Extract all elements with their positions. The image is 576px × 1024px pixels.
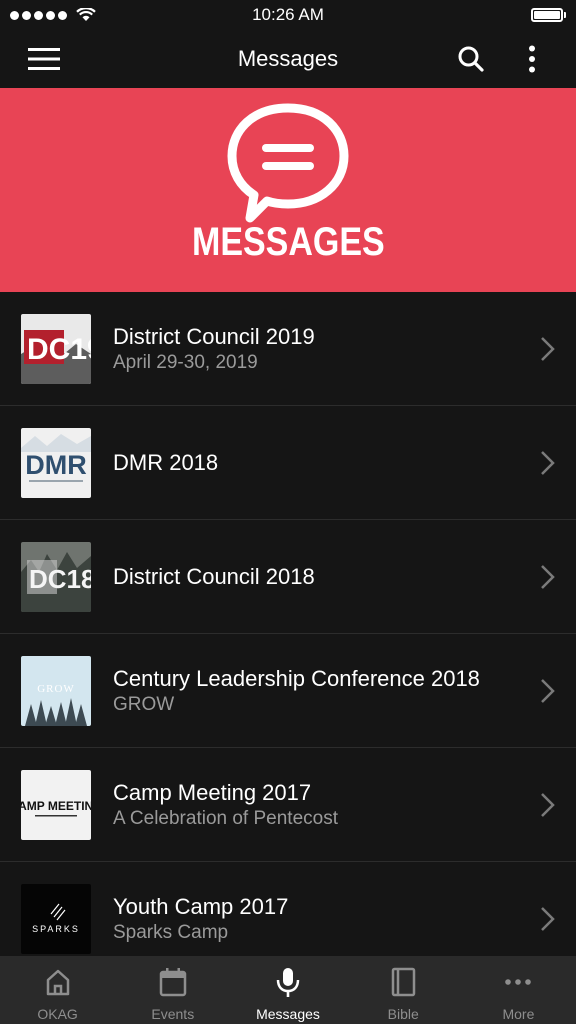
- search-button[interactable]: [446, 30, 496, 88]
- thumb-text: DC18: [29, 564, 91, 594]
- series-thumbnail: DC18: [21, 542, 91, 612]
- overflow-menu-button[interactable]: [512, 30, 552, 88]
- list-item-title: District Council 2018: [113, 564, 315, 589]
- chevron-right-icon: [541, 565, 555, 589]
- list-item-subtitle: April 29-30, 2019: [113, 352, 258, 373]
- thumb-text: GROW: [37, 683, 75, 695]
- chevron-right-icon: [541, 337, 555, 361]
- search-icon: [458, 46, 484, 72]
- list-item[interactable]: DMR DMR 2018: [0, 406, 576, 520]
- messages-banner: MESSAGES: [0, 88, 576, 292]
- list-item-title: DMR 2018: [113, 450, 219, 475]
- banner-title: MESSAGES: [191, 220, 385, 264]
- calendar-icon: [159, 968, 187, 997]
- tab-bar: OKAG Events Messages Bible More: [0, 956, 576, 1024]
- tab-bible[interactable]: Bible: [346, 956, 461, 1024]
- messages-list: DC19 District Council 2019 April 29-30, …: [0, 292, 576, 976]
- nav-bar: Messages: [0, 30, 576, 88]
- tab-messages[interactable]: Messages: [230, 956, 345, 1024]
- tab-label: More: [502, 1006, 535, 1022]
- series-thumbnail: DC19: [21, 314, 91, 384]
- list-item-title: District Council 2019: [113, 324, 315, 349]
- more-icon: [505, 979, 532, 985]
- more-vertical-icon: [529, 45, 535, 73]
- status-bar: 10:26 AM: [0, 0, 576, 30]
- list-item-subtitle: Sparks Camp: [113, 922, 229, 943]
- chevron-right-icon: [541, 907, 555, 931]
- microphone-icon: [276, 968, 300, 997]
- series-thumbnail: DMR: [21, 428, 91, 498]
- tab-label: Messages: [256, 1006, 320, 1022]
- list-item-subtitle: A Celebration of Pentecost: [113, 808, 338, 829]
- thumb-text: CAMP MEETING: [21, 799, 91, 813]
- tab-events[interactable]: Events: [115, 956, 230, 1024]
- series-thumbnail: SPARKS: [21, 884, 91, 954]
- chevron-right-icon: [541, 451, 555, 475]
- chevron-right-icon: [541, 793, 555, 817]
- tab-label: Events: [151, 1006, 195, 1022]
- thumb-text: DC19: [27, 333, 91, 366]
- book-icon: [391, 967, 416, 997]
- status-time: 10:26 AM: [252, 5, 324, 24]
- tab-okag[interactable]: OKAG: [0, 956, 115, 1024]
- speech-bubble-icon: [227, 103, 349, 223]
- series-thumbnail: GROW: [21, 656, 91, 726]
- tab-label: Bible: [387, 1006, 419, 1022]
- list-item[interactable]: DC18 District Council 2018: [0, 520, 576, 634]
- list-item[interactable]: CAMP MEETING Camp Meeting 2017 A Celebra…: [0, 748, 576, 862]
- series-thumbnail: CAMP MEETING: [21, 770, 91, 840]
- home-icon: [46, 969, 69, 996]
- thumb-text: DMR: [25, 450, 87, 480]
- list-item[interactable]: GROW Century Leadership Conference 2018 …: [0, 634, 576, 748]
- tab-label: OKAG: [37, 1006, 78, 1022]
- chevron-right-icon: [541, 679, 555, 703]
- list-item-title: Youth Camp 2017: [113, 894, 289, 919]
- list-item-title: Camp Meeting 2017: [113, 780, 312, 805]
- thumb-text: SPARKS: [32, 924, 80, 934]
- list-item-subtitle: GROW: [113, 694, 175, 715]
- list-item-title: Century Leadership Conference 2018: [113, 666, 480, 691]
- tab-more[interactable]: More: [461, 956, 576, 1024]
- list-item[interactable]: DC19 District Council 2019 April 29-30, …: [0, 292, 576, 406]
